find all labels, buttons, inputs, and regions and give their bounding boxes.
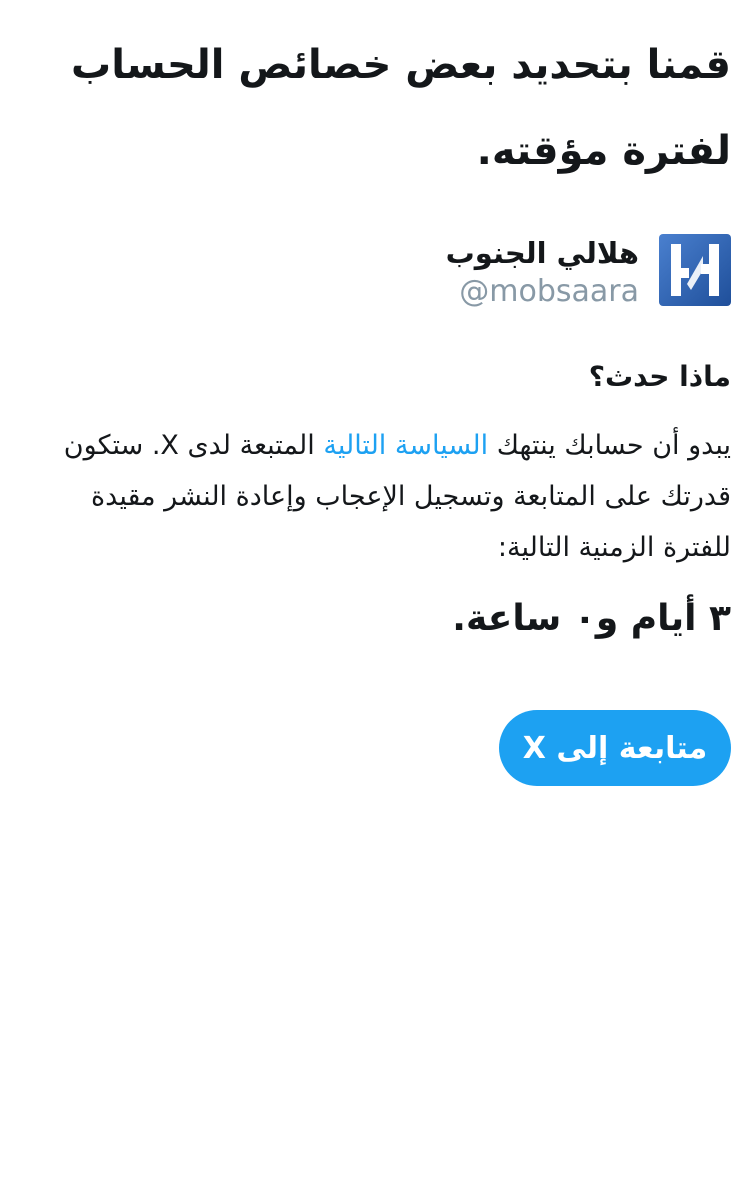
policy-link[interactable]: السياسة التالية (323, 430, 488, 461)
hilal-logo-icon (659, 234, 731, 306)
continue-to-x-button[interactable]: متابعة إلى X (499, 710, 731, 786)
account-card: هلالي الجنوب @mobsaara (331, 234, 731, 310)
restriction-duration: ٣ أيام و٠ ساعة. (452, 598, 731, 639)
explanation-text: يبدو أن حسابك ينتهك السياسة التالية المت… (16, 420, 731, 573)
page-title: قمنا بتحديد بعض خصائص الحساب لفترة مؤقته… (71, 42, 731, 174)
explanation-text-before-link: يبدو أن حسابك ينتهك (488, 430, 731, 461)
avatar (659, 234, 731, 306)
restriction-notice-page: قمنا بتحديد بعض خصائص الحساب لفترة مؤقته… (0, 0, 753, 1200)
account-handle: @mobsaara (459, 274, 639, 309)
account-display-name: هلالي الجنوب (445, 236, 639, 270)
what-happened-heading: ماذا حدث؟ (588, 360, 731, 393)
